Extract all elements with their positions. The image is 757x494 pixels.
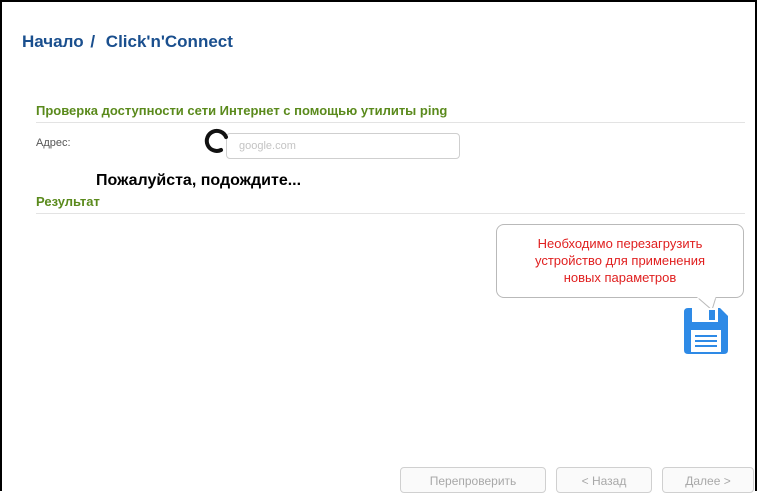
address-input[interactable] <box>226 133 460 159</box>
ping-section-divider <box>36 122 745 123</box>
breadcrumb-separator: / <box>90 32 96 51</box>
ping-section-title: Проверка доступности сети Интернет с пом… <box>36 103 448 118</box>
back-button[interactable]: < Назад <box>556 467 652 493</box>
breadcrumb-home[interactable]: Начало <box>22 32 84 51</box>
notification-line-1: Необходимо перезагрузить <box>537 236 703 251</box>
result-section-title: Результат <box>36 194 100 209</box>
notification-line-2: устройство для применения <box>535 253 705 268</box>
address-label: Адрес: <box>36 137 71 149</box>
breadcrumb: Начало / Click'n'Connect <box>22 32 233 52</box>
loading-text: Пожалуйста, подождите... <box>96 172 302 189</box>
breadcrumb-current: Click'n'Connect <box>105 32 233 51</box>
reboot-notification[interactable]: Необходимо перезагрузить устройство для … <box>496 224 744 298</box>
loading-spinner-icon <box>204 128 228 153</box>
notification-line-3: новых параметров <box>563 270 677 285</box>
next-button[interactable]: Далее > <box>662 467 754 493</box>
floppy-disk-icon[interactable] <box>682 306 730 356</box>
result-section-divider <box>36 213 745 214</box>
recheck-button[interactable]: Перепроверить <box>400 467 546 493</box>
